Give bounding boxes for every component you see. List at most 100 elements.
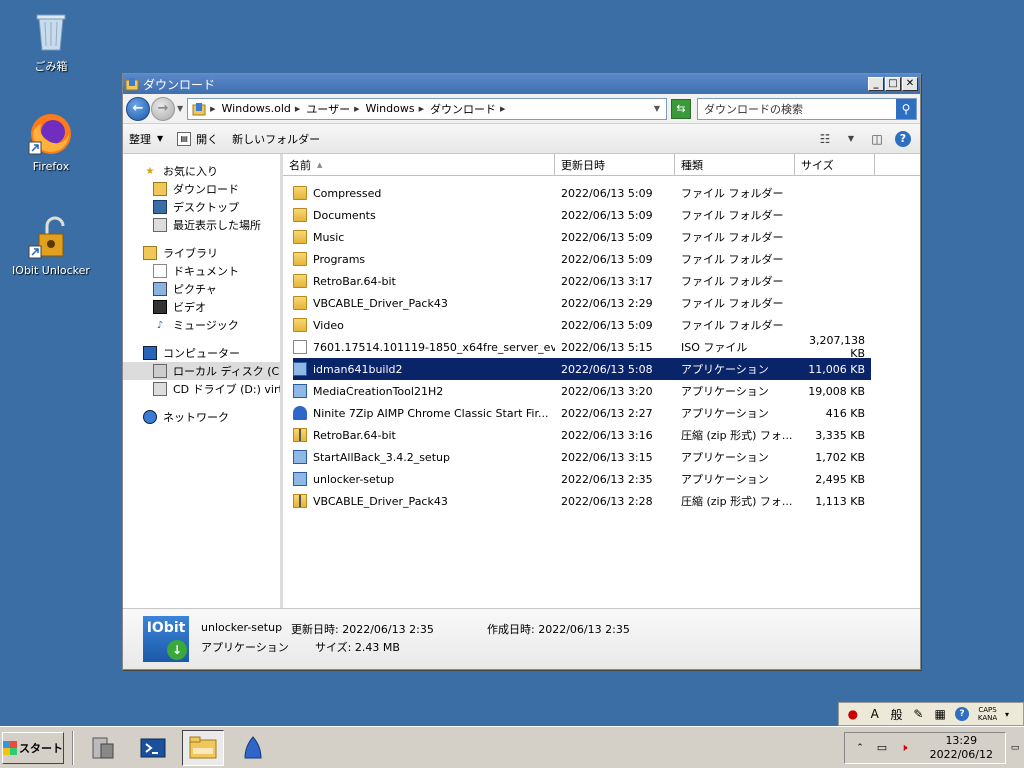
file-row[interactable]: Music 2022/06/13 5:09 ファイル フォルダー bbox=[293, 226, 871, 248]
forward-button[interactable]: → bbox=[151, 96, 175, 121]
ime-icon[interactable]: ● bbox=[843, 705, 863, 723]
language-bar[interactable]: ● A 般 ✎ ▦ ? CAPS KANA ▾ bbox=[838, 702, 1024, 726]
nav-item-local-disk[interactable]: ローカル ディスク (C:) bbox=[123, 362, 280, 380]
taskbar-app-blue[interactable] bbox=[232, 730, 274, 766]
search-box[interactable]: ダウンロードの検索 ⚲ bbox=[697, 97, 917, 120]
nav-item-desktop[interactable]: デスクトップ bbox=[123, 198, 280, 216]
start-button[interactable]: スタート bbox=[2, 731, 64, 764]
file-type: ファイル フォルダー bbox=[681, 297, 784, 310]
sort-ascending-icon: ▲ bbox=[317, 160, 323, 169]
file-row[interactable]: Video 2022/06/13 5:09 ファイル フォルダー bbox=[293, 314, 871, 336]
nav-item-music[interactable]: ♪ ミュージック bbox=[123, 316, 280, 334]
desktop-icon-iobit-unlocker[interactable]: IObit Unlocker bbox=[11, 214, 91, 277]
breadcrumb-chevron-icon[interactable]: ▶ bbox=[210, 105, 215, 113]
search-input[interactable]: ダウンロードの検索 bbox=[704, 101, 896, 117]
iso-file-icon bbox=[293, 340, 307, 354]
refresh-button[interactable]: ⇆ bbox=[671, 98, 691, 119]
file-row[interactable]: Compressed 2022/06/13 5:09 ファイル フォルダー bbox=[293, 182, 871, 204]
nav-network[interactable]: ネットワーク bbox=[123, 408, 280, 426]
file-list[interactable]: 名前 ▲ 更新日時 種類 サイズ Compressed 2022/06/13 5:0… bbox=[283, 154, 920, 608]
file-name: Documents bbox=[313, 208, 376, 222]
breadcrumb-item[interactable]: Windows.old bbox=[222, 102, 291, 115]
nav-group-favorites: ★ お気に入り ダウンロード デスクトップ 最近表示した場所 bbox=[123, 162, 280, 234]
file-row[interactable]: MediaCreationTool21H2 2022/06/13 3:20 アプリケ… bbox=[293, 380, 871, 402]
breadcrumb-chevron-icon[interactable]: ▶ bbox=[354, 105, 359, 113]
input-mode-kanji[interactable]: 般 bbox=[887, 705, 907, 723]
file-row[interactable]: Programs 2022/06/13 5:09 ファイル フォルダー bbox=[293, 248, 871, 270]
column-header-date[interactable]: 更新日時 bbox=[555, 154, 675, 175]
minimize-button[interactable]: _ bbox=[868, 77, 884, 91]
preview-pane-icon[interactable]: ◫ bbox=[866, 129, 888, 149]
back-button[interactable]: ← bbox=[126, 96, 150, 121]
file-name: Ninite 7Zip AIMP Chrome Classic Start Fi… bbox=[313, 406, 549, 420]
breadcrumb-chevron-icon[interactable]: ▶ bbox=[500, 105, 505, 113]
help-button[interactable]: ? bbox=[892, 129, 914, 149]
file-row[interactable]: 7601.17514.101119-1850_x64fre_server_eva… bbox=[293, 334, 871, 360]
desktop-icon-firefox[interactable]: Firefox bbox=[11, 110, 91, 173]
nav-favorites[interactable]: ★ お気に入り bbox=[123, 162, 280, 180]
navigation-pane[interactable]: ★ お気に入り ダウンロード デスクトップ 最近表示した場所 ライブラリ ドキュメ… bbox=[123, 154, 283, 608]
file-row[interactable]: Documents 2022/06/13 5:09 ファイル フォルダー bbox=[293, 204, 871, 226]
file-row[interactable]: RetroBar.64-bit 2022/06/13 3:16 圧縮 (zip 形式… bbox=[293, 424, 871, 446]
nav-computer[interactable]: コンピューター bbox=[123, 344, 280, 362]
help-icon[interactable]: ? bbox=[952, 705, 972, 723]
nav-item-videos[interactable]: ビデオ bbox=[123, 298, 280, 316]
file-row[interactable]: idman641build2 2022/06/13 5:08 アプリケーション 11,… bbox=[293, 358, 871, 380]
search-icon[interactable]: ⚲ bbox=[896, 98, 916, 119]
taskbar-powershell[interactable] bbox=[132, 730, 174, 766]
nav-item-cd-drive[interactable]: CD ドライブ (D:) virtio bbox=[123, 380, 280, 398]
close-button[interactable]: ✕ bbox=[902, 77, 918, 91]
details-type: アプリケーション bbox=[201, 640, 289, 654]
file-row[interactable]: Ninite 7Zip AIMP Chrome Classic Start Fi… bbox=[293, 402, 871, 424]
open-button[interactable]: ▤ 開く bbox=[177, 131, 218, 147]
file-row[interactable]: StartAllBack_3.4.2_setup 2022/06/13 3:15 ア… bbox=[293, 446, 871, 468]
column-header-name[interactable]: 名前 ▲ bbox=[283, 154, 555, 175]
address-box[interactable]: ▶ Windows.old ▶ ユーザー ▶ Windows ▶ ダウンロード … bbox=[187, 97, 667, 120]
new-folder-button[interactable]: 新しいフォルダー bbox=[232, 131, 320, 147]
nav-item-recent-places[interactable]: 最近表示した場所 bbox=[123, 216, 280, 234]
address-history-chevron-icon[interactable]: ▼ bbox=[654, 104, 660, 113]
new-folder-label: 新しいフォルダー bbox=[232, 132, 321, 146]
file-row[interactable]: VBCABLE_Driver_Pack43 2022/06/13 2:28 圧縮 (… bbox=[293, 490, 871, 512]
organize-button[interactable]: 整理 ▼ bbox=[129, 131, 163, 147]
file-row[interactable]: RetroBar.64-bit 2022/06/13 3:17 ファイル フォルダー bbox=[293, 270, 871, 292]
nav-item-downloads[interactable]: ダウンロード bbox=[123, 180, 280, 198]
column-header-type[interactable]: 種類 bbox=[675, 154, 795, 175]
volume-muted-icon[interactable]: 🕨 bbox=[895, 739, 913, 757]
maximize-button[interactable]: □ bbox=[885, 77, 901, 91]
music-icon: ♪ bbox=[156, 319, 164, 331]
file-name: RetroBar.64-bit bbox=[313, 428, 396, 442]
file-type: 圧縮 (zip 形式) フォ... bbox=[681, 429, 793, 442]
breadcrumb-chevron-icon[interactable]: ▶ bbox=[295, 105, 300, 113]
file-row[interactable]: unlocker-setup 2022/06/13 2:35 アプリケーション 2,4… bbox=[293, 468, 871, 490]
breadcrumb-item[interactable]: Windows bbox=[365, 102, 414, 115]
file-date: 2022/06/13 3:17 bbox=[561, 274, 653, 288]
dictionary-icon[interactable]: ▦ bbox=[930, 705, 950, 723]
network-tray-icon[interactable]: ▭ bbox=[873, 739, 891, 757]
column-header-size[interactable]: サイズ bbox=[795, 154, 875, 175]
breadcrumb-item[interactable]: ダウンロード bbox=[430, 101, 496, 117]
title-bar[interactable]: ダウンロード _ □ ✕ bbox=[123, 74, 920, 94]
taskbar-explorer[interactable] bbox=[182, 729, 224, 766]
nav-label: ビデオ bbox=[173, 301, 206, 314]
show-hidden-icons-chevron-icon[interactable]: ⌃ bbox=[851, 739, 869, 757]
nav-item-pictures[interactable]: ピクチャ bbox=[123, 280, 280, 298]
file-date: 2022/06/13 5:15 bbox=[561, 340, 653, 354]
show-desktop-button[interactable]: ▭ bbox=[1008, 732, 1022, 764]
input-mode-letter[interactable]: A bbox=[865, 705, 885, 723]
view-chevron-down-icon[interactable]: ▼ bbox=[840, 129, 862, 149]
breadcrumb-chevron-icon[interactable]: ▶ bbox=[419, 105, 424, 113]
nav-item-documents[interactable]: ドキュメント bbox=[123, 262, 280, 280]
file-row[interactable]: VBCABLE_Driver_Pack43 2022/06/13 2:29 ファイル… bbox=[293, 292, 871, 314]
recent-pages-chevron-icon[interactable]: ▼ bbox=[177, 104, 183, 113]
breadcrumb-item[interactable]: ユーザー bbox=[306, 101, 350, 117]
taskbar-server-manager[interactable] bbox=[82, 730, 124, 766]
view-options-icon[interactable]: ☷ bbox=[814, 129, 836, 149]
clock[interactable]: 13:29 2022/06/12 bbox=[930, 734, 993, 762]
desktop-icon-recycle-bin[interactable]: ごみ箱 bbox=[11, 8, 91, 74]
ime-pad-icon[interactable]: ✎ bbox=[908, 705, 928, 723]
langbar-options-icon[interactable]: ▾ bbox=[997, 705, 1017, 723]
nav-label: ダウンロード bbox=[173, 183, 239, 196]
nav-libraries[interactable]: ライブラリ bbox=[123, 244, 280, 262]
folder-icon bbox=[293, 208, 307, 222]
